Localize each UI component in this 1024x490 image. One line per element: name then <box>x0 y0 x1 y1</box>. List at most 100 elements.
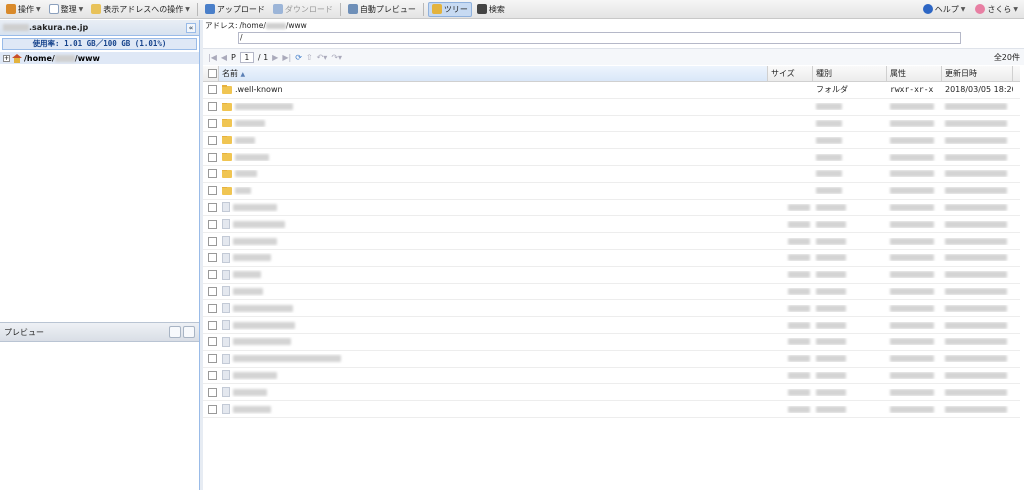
table-row[interactable] <box>203 351 1020 368</box>
column-date[interactable]: 更新日時 <box>942 66 1013 81</box>
table-row[interactable] <box>203 384 1020 402</box>
last-page-icon[interactable]: ▶| <box>282 53 291 62</box>
row-checkbox[interactable] <box>208 236 217 246</box>
table-row[interactable] <box>203 401 1020 418</box>
edit-icon[interactable] <box>169 326 181 338</box>
operate-menu-button[interactable]: 操作 ▼ <box>3 2 44 17</box>
table-row[interactable] <box>203 267 1020 284</box>
redacted-type <box>816 170 842 178</box>
back-icon[interactable]: ↶▾ <box>317 53 328 62</box>
redacted-attr <box>890 355 934 363</box>
table-row[interactable] <box>203 368 1020 385</box>
search-button[interactable]: 検索 <box>474 2 508 17</box>
file-attr-cell <box>887 338 942 346</box>
row-checkbox[interactable] <box>208 404 217 414</box>
column-type[interactable]: 種別 <box>813 66 887 81</box>
row-checkbox[interactable] <box>208 253 217 263</box>
table-row[interactable] <box>203 183 1020 200</box>
row-checkbox[interactable] <box>208 354 217 364</box>
chevron-down-icon: ▼ <box>78 5 84 13</box>
file-type-cell <box>813 153 887 161</box>
row-select-cell <box>203 370 219 380</box>
row-checkbox[interactable] <box>208 135 217 145</box>
forward-icon[interactable]: ↷▾ <box>331 53 342 62</box>
tree-toggle-button[interactable]: ツリー <box>427 1 472 17</box>
file-date-cell <box>942 355 1013 363</box>
address-ops-icon <box>91 4 102 14</box>
redacted-account <box>54 54 75 62</box>
column-attr[interactable]: 属性 <box>887 66 942 81</box>
row-select-cell <box>203 286 219 296</box>
file-date-cell <box>942 187 1013 195</box>
row-checkbox[interactable] <box>208 152 217 162</box>
row-select-cell <box>203 152 219 162</box>
next-page-icon[interactable]: ▶ <box>272 53 278 62</box>
table-row[interactable]: .well-known フォルダ rwxr-xr-x 2018/03/05 18… <box>203 82 1020 99</box>
download-preview-icon[interactable] <box>183 326 195 338</box>
file-date-cell <box>942 220 1013 228</box>
row-checkbox[interactable] <box>208 202 217 212</box>
auto-preview-label: 自動プレビュー <box>359 4 416 14</box>
file-name-cell <box>219 370 768 381</box>
file-type-cell <box>813 119 887 127</box>
refresh-icon[interactable]: ⟳ <box>295 53 302 62</box>
collapse-panel-button[interactable]: « <box>186 22 196 33</box>
row-checkbox[interactable] <box>208 303 217 313</box>
help-menu-button[interactable]: ヘルプ ▼ <box>920 2 969 17</box>
row-checkbox[interactable] <box>208 186 217 196</box>
row-checkbox[interactable] <box>208 169 217 179</box>
file-date-cell <box>942 103 1013 111</box>
row-checkbox[interactable] <box>208 286 217 296</box>
column-size[interactable]: サイズ <box>768 66 813 81</box>
upload-button[interactable]: アップロード <box>202 2 268 17</box>
column-name[interactable]: 名前 ▲ <box>219 66 768 81</box>
redacted-date <box>945 136 1007 144</box>
auto-preview-button[interactable]: 自動プレビュー <box>345 2 419 17</box>
table-row[interactable] <box>203 250 1020 267</box>
row-checkbox[interactable] <box>208 118 217 128</box>
user-menu-button[interactable]: さくら ▼ <box>972 2 1021 17</box>
table-row[interactable] <box>203 116 1020 133</box>
table-row[interactable] <box>203 317 1020 334</box>
row-checkbox[interactable] <box>208 320 217 330</box>
row-checkbox[interactable] <box>208 102 217 112</box>
table-row[interactable] <box>203 149 1020 166</box>
table-row[interactable] <box>203 166 1020 183</box>
table-row[interactable] <box>203 216 1020 234</box>
select-all-checkbox[interactable] <box>207 69 217 78</box>
redacted-size <box>788 304 810 312</box>
row-checkbox[interactable] <box>208 337 217 347</box>
table-row[interactable] <box>203 233 1020 250</box>
redacted-size <box>788 371 810 379</box>
upload-icon <box>204 4 215 14</box>
file-attr-cell <box>887 254 942 262</box>
prev-page-icon[interactable]: ◀ <box>221 53 227 62</box>
file-size-cell <box>768 254 813 262</box>
current-path-field[interactable]: / <box>238 32 961 44</box>
table-row[interactable] <box>203 284 1020 301</box>
table-row[interactable] <box>203 200 1020 217</box>
row-checkbox[interactable] <box>208 270 217 280</box>
address-ops-menu-button[interactable]: 表示アドレスへの操作 ▼ <box>88 2 193 17</box>
row-checkbox[interactable] <box>208 387 217 397</box>
tree-node-www[interactable]: + /home/ /www <box>0 52 199 64</box>
first-page-icon[interactable]: |◀ <box>208 53 217 62</box>
file-type-cell <box>813 355 887 363</box>
download-button[interactable]: ダウンロード <box>270 2 336 17</box>
up-folder-icon[interactable]: ⇧ <box>306 53 313 62</box>
row-checkbox[interactable] <box>208 370 217 380</box>
row-checkbox[interactable] <box>208 85 217 95</box>
redacted-attr <box>890 103 934 111</box>
redacted-attr <box>890 170 934 178</box>
table-row[interactable] <box>203 99 1020 116</box>
expand-icon[interactable]: + <box>3 54 10 62</box>
table-row[interactable] <box>203 334 1020 351</box>
organize-menu-button[interactable]: 整理 ▼ <box>46 2 87 17</box>
redacted-type <box>816 271 846 279</box>
table-row[interactable] <box>203 300 1020 318</box>
redacted-attr <box>890 338 934 346</box>
file-date-cell <box>942 119 1013 127</box>
row-checkbox[interactable] <box>208 219 217 229</box>
table-row[interactable] <box>203 132 1020 150</box>
page-input[interactable]: 1 <box>239 51 254 63</box>
